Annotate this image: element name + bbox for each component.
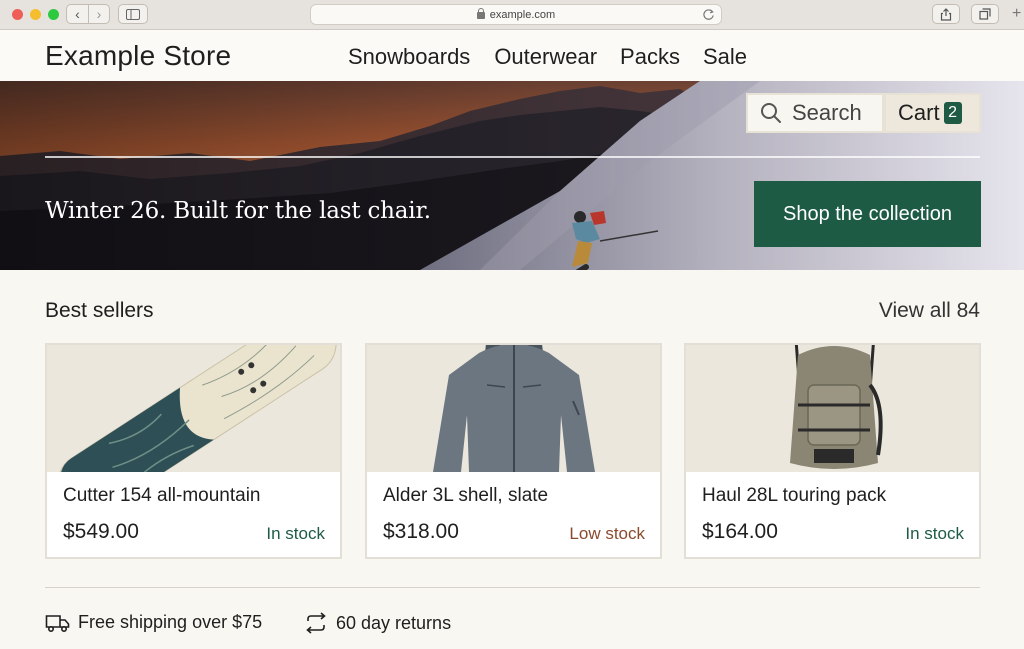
shop-collection-button[interactable]: Shop the collection: [754, 181, 981, 247]
free-shipping-text: Free shipping over $75: [78, 612, 263, 632]
address-bar[interactable]: example.com: [310, 4, 722, 25]
hero-divider: [45, 156, 980, 158]
reload-icon[interactable]: [702, 8, 715, 21]
stock-status: In stock: [266, 524, 325, 543]
cart-button[interactable]: Cart 2: [884, 93, 981, 133]
history-buttons: ‹ ›: [66, 4, 110, 24]
product-card[interactable]: Cutter 154 all-mountain $549.00 In stock: [45, 343, 342, 559]
best-sellers-heading: Best sellers: [45, 299, 154, 322]
tabs-icon: [979, 8, 991, 20]
close-window-button[interactable]: [12, 9, 23, 20]
store-header: Example Store Snowboards Outerwear Packs…: [0, 30, 1024, 81]
store-logo[interactable]: Example Store: [45, 40, 231, 72]
product-name[interactable]: Haul 28L touring pack: [702, 485, 886, 507]
nav-snowboards[interactable]: Snowboards: [348, 44, 470, 70]
chevron-right-icon: ›: [96, 6, 102, 22]
tabs-overview-button[interactable]: [971, 4, 999, 24]
share-icon: [940, 7, 952, 21]
stock-status: In stock: [905, 524, 964, 543]
cart-label: Cart: [898, 100, 940, 125]
returns-text: 60 day returns: [336, 612, 452, 633]
window-controls: [12, 9, 59, 20]
product-card[interactable]: Haul 28L touring pack $164.00 In stock: [684, 343, 981, 559]
plus-icon: +: [1012, 5, 1022, 22]
zoom-window-button[interactable]: [48, 9, 59, 20]
browser-toolbar: ‹ › example.com +: [0, 0, 1024, 30]
lock-icon: [476, 8, 485, 19]
returns-perk: 60 day returns: [304, 612, 451, 634]
nav-packs[interactable]: Packs: [620, 44, 680, 70]
nav-outerwear[interactable]: Outerwear: [494, 44, 597, 70]
forward-button[interactable]: ›: [88, 5, 109, 23]
main-nav: Snowboards Outerwear Packs Sale: [348, 44, 747, 70]
nav-sale[interactable]: Sale: [703, 44, 747, 70]
product-card[interactable]: Alder 3L shell, slate $318.00 Low stock: [365, 343, 662, 559]
sidebar-toggle-button[interactable]: [118, 4, 148, 24]
return-arrows-icon: [306, 612, 326, 634]
product-price: $318.00: [383, 520, 459, 543]
share-button[interactable]: [932, 4, 960, 24]
hero-headline: Winter 26. Built for the last chair.: [45, 198, 431, 224]
product-name[interactable]: Cutter 154 all-mountain: [63, 485, 261, 507]
product-price: $549.00: [63, 520, 139, 543]
cart-count-badge: 2: [943, 102, 962, 124]
search-button[interactable]: Search: [746, 93, 884, 133]
search-label: Search: [792, 100, 862, 125]
search-icon: [761, 103, 781, 123]
free-shipping-perk: Free shipping over $75: [45, 612, 262, 633]
chevron-left-icon: ‹: [75, 6, 80, 22]
product-image-snowboard[interactable]: [47, 345, 340, 472]
footer-divider: [45, 587, 980, 588]
back-button[interactable]: ‹: [67, 5, 88, 23]
url-text: example.com: [489, 8, 556, 21]
product-image-backpack[interactable]: [686, 345, 979, 472]
view-all-link[interactable]: View all 84: [879, 299, 980, 323]
new-tab-button[interactable]: +: [1012, 4, 1024, 24]
sidebar-icon: [126, 8, 140, 20]
hero-banner: Search Cart 2 Winter 26. Built for the l…: [0, 81, 1024, 270]
stock-status: Low stock: [569, 524, 645, 543]
truck-icon: [45, 614, 70, 632]
product-name[interactable]: Alder 3L shell, slate: [383, 485, 548, 507]
minimize-window-button[interactable]: [30, 9, 41, 20]
product-image-jacket[interactable]: [367, 345, 660, 472]
product-price: $164.00: [702, 520, 778, 543]
